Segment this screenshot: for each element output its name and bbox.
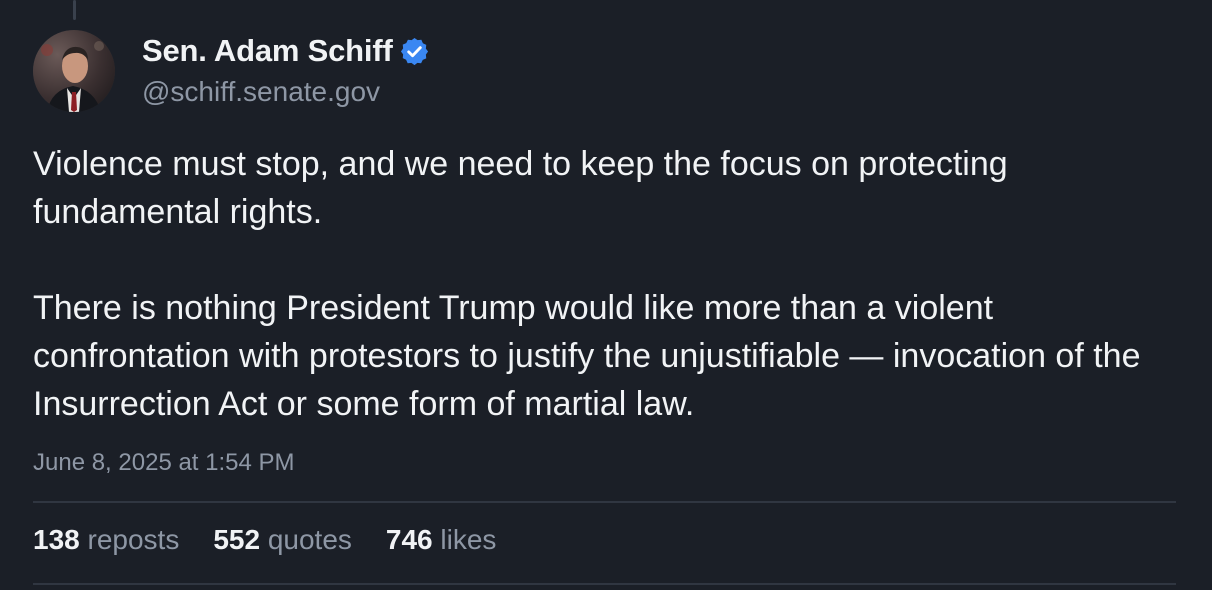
reposts-count: 138 [33,524,80,555]
author-block: Sen. Adam Schiff @schiff.senate.gov [142,30,430,108]
display-name[interactable]: Sen. Adam Schiff [142,33,393,69]
quotes-label: quotes [267,524,352,555]
divider [33,583,1176,585]
handle[interactable]: @schiff.senate.gov [142,76,430,108]
likes-stat[interactable]: 746 likes [386,524,497,556]
engagement-stats: 138 reposts 552 quotes 746 likes [33,524,530,556]
post-paragraph: There is nothing President Trump would l… [33,289,1141,423]
post-paragraph: Violence must stop, and we need to keep … [33,145,1008,231]
thread-line [73,0,76,20]
quotes-stat[interactable]: 552 quotes [213,524,352,556]
quotes-count: 552 [213,524,261,555]
likes-label: likes [440,524,497,555]
post-body: Violence must stop, and we need to keep … [33,140,1183,428]
avatar[interactable] [33,30,115,112]
post-timestamp[interactable]: June 8, 2025 at 1:54 PM [33,449,295,477]
post: Sen. Adam Schiff @schiff.senate.gov Viol… [0,0,1212,590]
verified-check-icon [399,36,430,67]
display-name-row: Sen. Adam Schiff [142,30,430,72]
reposts-stat[interactable]: 138 reposts [33,524,179,556]
divider [33,501,1176,503]
reposts-label: reposts [87,524,180,555]
likes-count: 746 [385,524,433,555]
